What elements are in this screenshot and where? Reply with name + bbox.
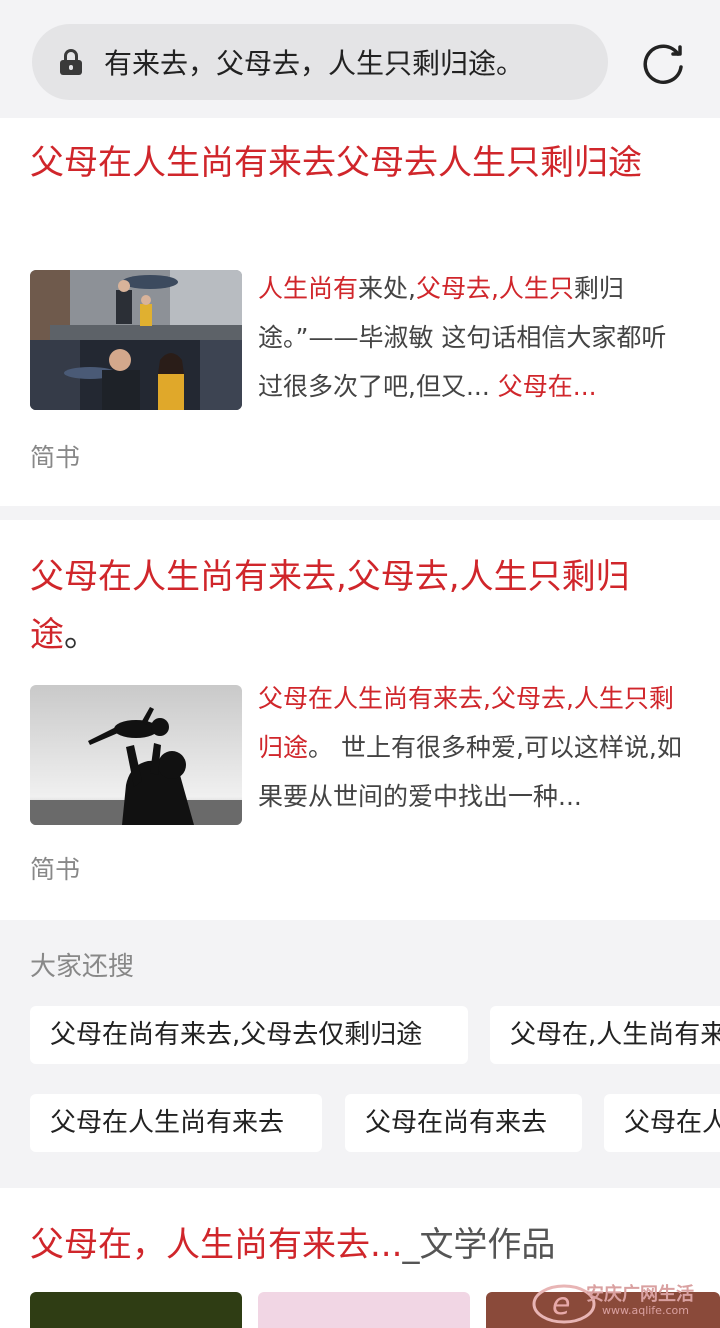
svg-text:e: e	[552, 1287, 570, 1322]
related-search-chip[interactable]: 父母在尚有来去,父母去仅剩归途	[30, 1006, 468, 1064]
related-search-chip[interactable]: 父母在人生尚有来去	[30, 1094, 322, 1152]
result-source: 简书	[30, 443, 81, 472]
lock-icon	[60, 49, 82, 75]
result-snippet: 父母在人生尚有来去,父母去,人生只剩归途。 世上有很多种爱,可以这样说,如果要从…	[258, 684, 682, 811]
result-title[interactable]: 父母在人生尚有来去父母去人生只剩归途	[30, 134, 690, 192]
search-result-2[interactable]: 父母在人生尚有来去,父母去,人生只剩归途。 父母在人生尚有来去,父母去,人生只剩…	[0, 520, 720, 920]
result-thumbnail[interactable]	[30, 270, 242, 410]
result-thumbnail[interactable]	[30, 685, 242, 825]
result-title[interactable]: 父母在，人生尚有来去..._文学作品	[30, 1216, 690, 1274]
search-query[interactable]: 有来去，父母去，人生只剩归途。	[104, 42, 524, 82]
address-bar: 有来去，父母去，人生只剩归途。	[0, 0, 720, 118]
search-result-1[interactable]: 父母在人生尚有来去父母去人生只剩归途 人生尚有来处,父母去,人生只剩归途。”——…	[0, 118, 720, 506]
related-searches: 大家还搜 父母在尚有来去,父母去仅剩归途 父母在,人生尚有来去 父母在人生尚有来…	[0, 920, 720, 1188]
reload-icon[interactable]	[640, 40, 688, 88]
result-source: 简书	[30, 855, 81, 884]
result-snippet: 人生尚有来处,父母去,人生只剩归途。”——毕淑敏 这句话相信大家都听过很多次了吧…	[258, 274, 667, 401]
site-watermark: e 安庆广网生活 www.aqlife.com	[530, 1278, 720, 1328]
watermark-text: 安庆广网生活	[586, 1284, 694, 1305]
related-searches-title: 大家还搜	[30, 952, 135, 982]
related-search-chip[interactable]: 父母在人生尚有	[604, 1094, 720, 1152]
related-search-chip[interactable]: 父母在,人生尚有来去	[490, 1006, 720, 1064]
watermark-url: www.aqlife.com	[602, 1304, 689, 1317]
result-thumbnail[interactable]	[258, 1292, 470, 1328]
result-title[interactable]: 父母在人生尚有来去,父母去,人生只剩归途。	[30, 548, 690, 664]
related-search-chip[interactable]: 父母在尚有来去	[345, 1094, 582, 1152]
result-thumbnail[interactable]	[30, 1292, 242, 1328]
search-box[interactable]: 有来去，父母去，人生只剩归途。	[32, 24, 608, 100]
